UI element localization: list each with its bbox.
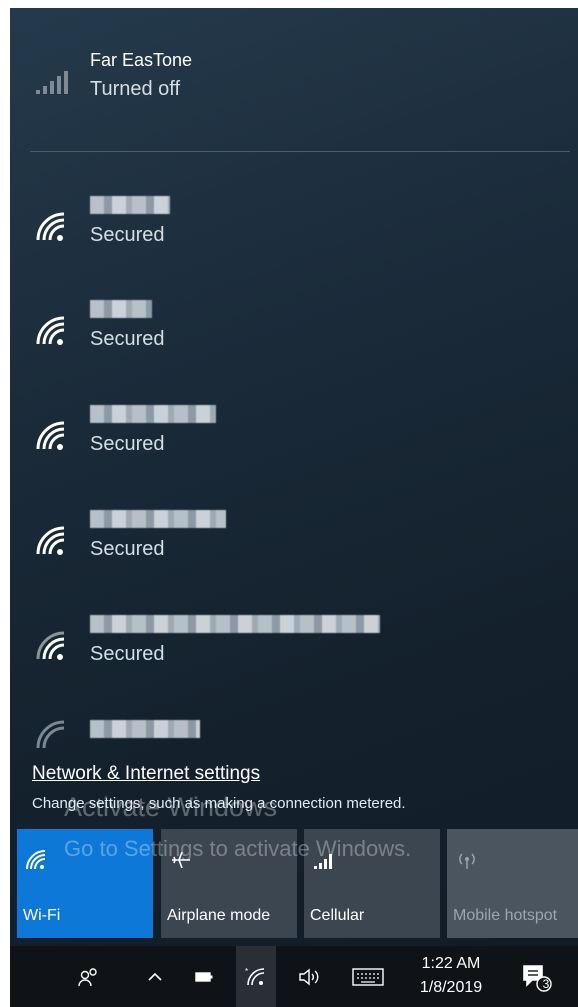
wifi-network-item[interactable] (10, 716, 578, 749)
wifi-network-status: Secured (90, 328, 165, 350)
network-settings-description: Change settings, such as making a connec… (32, 795, 406, 812)
battery-icon[interactable] (190, 946, 218, 1007)
airplane-mode-tile[interactable]: Airplane mode (161, 829, 297, 938)
wifi-network-item[interactable]: Secured (10, 298, 578, 378)
clock-date: 1/8/2019 (419, 979, 483, 996)
network-name-obscured (90, 300, 152, 318)
network-flyout: Far EasTone Turned off Secured Secured S… (10, 8, 578, 946)
cellular-network-item[interactable]: Far EasTone Turned off (10, 48, 578, 128)
network-tray-icon[interactable]: * (236, 946, 276, 1007)
cellular-tile-label: Cellular (310, 907, 365, 924)
wifi-signal-icon (36, 526, 65, 555)
wifi-signal-icon (36, 720, 65, 749)
network-settings-link[interactable]: Network & Internet settings (32, 763, 260, 785)
wifi-network-item[interactable]: Secured (10, 508, 578, 588)
wifi-network-status: Secured (90, 643, 165, 665)
people-icon[interactable] (72, 946, 106, 1007)
action-center-button[interactable]: 3 (514, 946, 558, 1007)
wifi-signal-icon (36, 212, 65, 241)
clock[interactable]: 1:22 AM 1/8/2019 (414, 952, 488, 1000)
network-name-obscured (90, 720, 200, 738)
network-name-obscured (90, 405, 216, 423)
cellular-tile[interactable]: Cellular (304, 829, 440, 938)
wifi-network-item[interactable]: Secured (10, 194, 578, 274)
airplane-mode-tile-label: Airplane mode (167, 907, 271, 924)
wifi-signal-icon (36, 421, 65, 450)
notification-count-badge: 3 (542, 977, 550, 991)
wifi-network-item[interactable]: Secured (10, 613, 578, 693)
show-hidden-icons-chevron-icon[interactable] (142, 946, 168, 1007)
clock-time: 1:22 AM (421, 955, 481, 972)
cellular-icon (314, 854, 332, 869)
wifi-network-status: Secured (90, 538, 165, 560)
wifi-tile-label: Wi-Fi (23, 907, 61, 924)
wifi-network-item[interactable]: Secured (10, 403, 578, 483)
cellular-signal-icon (36, 71, 68, 94)
cellular-network-status: Turned off (90, 78, 181, 100)
taskbar: * 1:22 AM 1/8/2019 3 (10, 946, 578, 1007)
network-name-obscured (90, 510, 226, 528)
wifi-network-status: Secured (90, 224, 165, 246)
svg-text:*: * (245, 967, 248, 976)
wifi-network-status: Secured (90, 433, 165, 455)
wifi-toggle-tile[interactable]: Wi-Fi (17, 829, 153, 938)
network-name-obscured (90, 615, 380, 633)
wifi-signal-icon (36, 631, 65, 660)
wifi-icon (26, 850, 46, 870)
mobile-hotspot-tile[interactable]: Mobile hotspot (447, 829, 578, 938)
network-name-obscured (90, 196, 170, 214)
mobile-hotspot-tile-label: Mobile hotspot (453, 907, 558, 924)
hotspot-icon (459, 853, 475, 869)
touch-keyboard-icon[interactable] (346, 946, 390, 1007)
volume-icon[interactable] (292, 946, 326, 1007)
airplane-icon (172, 851, 190, 869)
divider (30, 151, 570, 152)
wifi-signal-icon (36, 316, 65, 345)
cellular-network-name: Far EasTone (90, 50, 193, 70)
